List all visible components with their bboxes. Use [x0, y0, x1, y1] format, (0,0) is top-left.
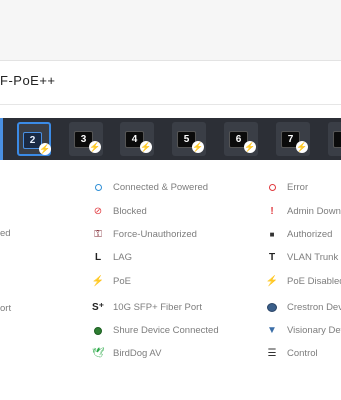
lock-icon: ■	[269, 229, 275, 239]
legend-label: Force-Unauthorized	[113, 229, 197, 240]
lag-icon: L	[94, 251, 102, 263]
legend-label: PoE Disabled	[287, 276, 341, 287]
birddog-icon: 🕊	[91, 347, 105, 359]
key-icon: ⚿	[94, 228, 102, 240]
poe-icon: ⚡	[192, 141, 204, 153]
visionary-icon: ▼	[267, 324, 277, 336]
legend-admin-down: ! Admin Down	[267, 206, 341, 217]
legend-label: Authorized	[287, 229, 333, 240]
blocked-icon: ⊘	[93, 205, 103, 217]
port-8[interactable]	[328, 122, 341, 156]
legend-label: Error	[287, 182, 309, 193]
legend-connected-powered: Connected & Powered	[93, 182, 208, 193]
legend-label: LAG	[113, 252, 133, 263]
legend-force-unauthorized: ⚿ Force-Unauthorized	[93, 229, 197, 240]
crestron-icon	[267, 303, 277, 313]
legend-blocked: ⊘ Blocked	[93, 206, 147, 217]
legend-label: PoE	[113, 276, 131, 287]
divider	[0, 60, 341, 61]
shure-icon	[93, 326, 103, 336]
port-4[interactable]: 4 ⚡	[120, 122, 154, 156]
legend-label: Control	[287, 348, 318, 359]
legend-poe: ⚡ PoE	[91, 275, 131, 287]
port-5[interactable]: 5 ⚡	[172, 122, 206, 156]
divider	[0, 104, 341, 105]
error-icon	[267, 183, 277, 193]
port-2[interactable]: 2 ⚡	[17, 122, 51, 156]
control-icon: ☰	[267, 347, 277, 359]
legend-label: Crestron Devi	[287, 302, 341, 313]
legend-label: 10G SFP+ Fiber Port	[113, 302, 202, 313]
legend-label: VLAN Trunk	[287, 252, 339, 263]
vlan-trunk-icon: T	[268, 251, 276, 263]
poe-icon: ⚡	[244, 141, 256, 153]
legend-lag: L LAG	[93, 252, 132, 263]
legend-visionary: ▼ Visionary Dev	[267, 325, 341, 336]
port-strip: 2 ⚡ 3 ⚡ 4 ⚡ 5 ⚡ 6 ⚡ 7 ⚡	[0, 118, 341, 160]
page-title: F-PoE++	[0, 73, 56, 88]
legend-item: ort	[0, 303, 11, 314]
sfp-icon: S⁺	[92, 301, 104, 313]
legend-sfp: S⁺ 10G SFP+ Fiber Port	[92, 301, 202, 313]
legend-label: Visionary Dev	[287, 325, 341, 336]
legend-item: ed	[0, 228, 11, 239]
port-3[interactable]: 3 ⚡	[69, 122, 103, 156]
legend-label: Shure Device Connected	[113, 325, 219, 336]
poe-icon: ⚡	[39, 143, 51, 155]
top-bar	[0, 0, 341, 60]
port-7[interactable]: 7 ⚡	[276, 122, 310, 156]
legend-authorized: ■ Authorized	[267, 229, 333, 240]
legend-label: BirdDog AV	[113, 348, 162, 359]
legend-label: ort	[0, 303, 12, 314]
bolt-icon: ⚡	[91, 275, 105, 287]
legend-vlan-trunk: T VLAN Trunk	[267, 252, 338, 263]
poe-icon: ⚡	[89, 141, 101, 153]
poe-icon: ⚡	[296, 141, 308, 153]
legend-shure: Shure Device Connected	[93, 325, 219, 336]
legend-label: Admin Down	[287, 206, 341, 217]
port-number	[333, 131, 341, 148]
strip-left-edge	[0, 118, 3, 160]
legend-poe-disabled: ⚡ PoE Disabled	[265, 275, 341, 287]
poe-icon: ⚡	[140, 141, 152, 153]
legend-crestron: Crestron Devi	[267, 302, 341, 313]
legend-label: Connected & Powered	[113, 182, 209, 193]
bolt-disabled-icon: ⚡	[265, 275, 279, 287]
exclamation-icon: !	[270, 205, 274, 217]
legend-birddog: 🕊 BirdDog AV	[91, 347, 162, 359]
connected-powered-icon	[93, 183, 103, 193]
port-6[interactable]: 6 ⚡	[224, 122, 258, 156]
legend-label: Blocked	[113, 206, 147, 217]
legend-control: ☰ Control	[267, 348, 318, 359]
legend-label: ed	[0, 228, 11, 239]
legend-error: Error	[267, 182, 308, 193]
